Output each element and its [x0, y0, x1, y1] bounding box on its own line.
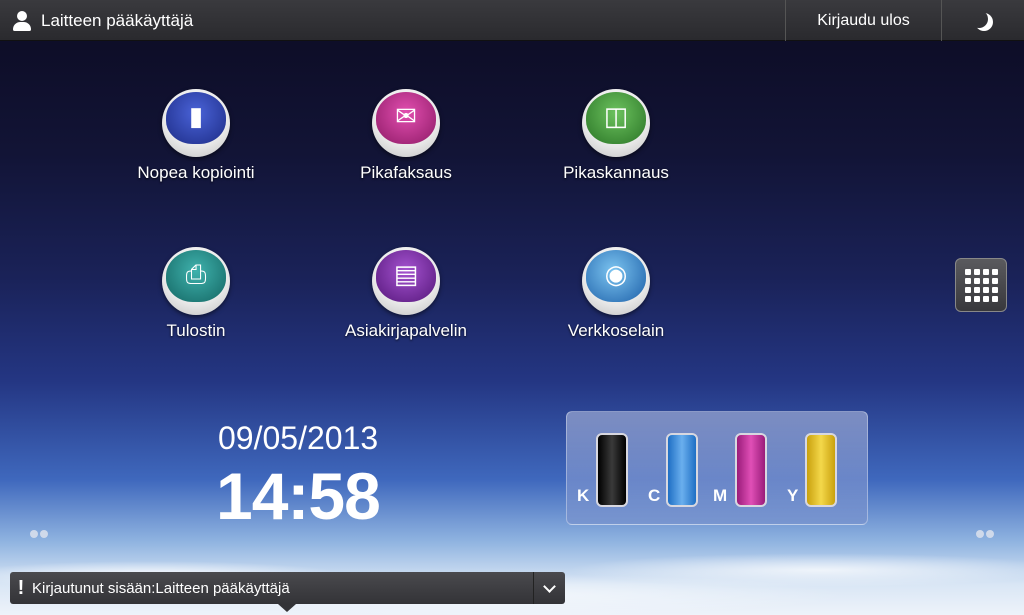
top-bar: Laitteen pääkäyttäjä Kirjaudu ulos — [0, 0, 1024, 41]
fax-icon: ✉ — [372, 89, 440, 157]
copy-icon: ▮ — [162, 89, 230, 157]
sleep-button[interactable] — [942, 0, 1024, 41]
user-area[interactable]: Laitteen pääkäyttäjä — [12, 0, 193, 41]
scanner-icon: ◫ — [582, 89, 650, 157]
toner-letter: K — [577, 486, 590, 505]
status-expand-button[interactable] — [533, 572, 565, 604]
app-quick-copy[interactable]: ▮ Nopea kopiointi — [106, 89, 286, 183]
page-indicator-left[interactable] — [30, 530, 48, 538]
app-label: Tulostin — [166, 321, 226, 340]
date-display: 09/05/2013 — [218, 420, 379, 456]
logout-button[interactable]: Kirjaudu ulos — [785, 0, 942, 41]
user-name: Laitteen pääkäyttäjä — [41, 10, 194, 30]
chevron-down-icon — [543, 579, 556, 593]
printer-icon: ⎙ — [162, 247, 230, 315]
app-printer[interactable]: ⎙ Tulostin — [106, 247, 286, 341]
time-display: 14:58 — [216, 459, 381, 533]
globe-icon: ◉ — [582, 247, 650, 315]
toner-black — [596, 433, 628, 507]
toner-letter: Y — [787, 486, 799, 505]
app-web-browser[interactable]: ◉ Verkkoselain — [526, 247, 706, 341]
app-label: Verkkoselain — [567, 321, 665, 340]
toner-letter: C — [648, 486, 661, 505]
app-document-server[interactable]: ▤ Asiakirjapalvelin — [316, 247, 496, 341]
app-grid-button[interactable] — [955, 258, 1007, 312]
document-server-icon: ▤ — [372, 247, 440, 315]
app-label: Pikaskannaus — [563, 163, 669, 182]
toner-letter: M — [713, 486, 728, 505]
user-icon — [12, 10, 32, 32]
moon-icon — [970, 10, 988, 28]
page-indicator-right[interactable] — [976, 530, 994, 538]
toner-magenta — [735, 433, 767, 507]
status-message: Kirjautunut sisään:Laitteen pääkäyttäjä — [32, 579, 290, 597]
app-label: Asiakirjapalvelin — [345, 321, 467, 340]
toner-yellow — [805, 433, 837, 507]
toner-cyan — [666, 433, 698, 507]
exclamation-icon: ! — [17, 576, 25, 599]
toner-panel[interactable]: K C M Y — [566, 411, 868, 525]
app-quick-scan[interactable]: ◫ Pikaskannaus — [526, 89, 706, 183]
app-quick-fax[interactable]: ✉ Pikafaksaus — [316, 89, 496, 183]
app-label: Nopea kopiointi — [137, 163, 255, 182]
status-bar[interactable]: ! Kirjautunut sisään:Laitteen pääkäyttäj… — [10, 572, 565, 604]
status-pointer — [278, 604, 296, 612]
app-label: Pikafaksaus — [360, 163, 452, 182]
